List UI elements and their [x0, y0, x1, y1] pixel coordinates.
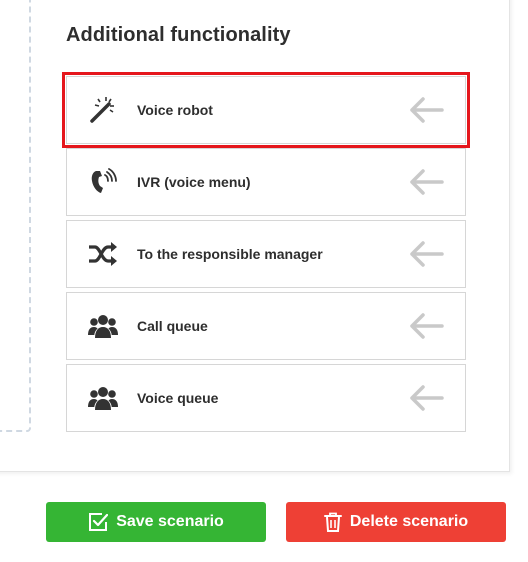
users-icon: [87, 310, 119, 342]
arrow-left-icon[interactable]: [409, 96, 445, 124]
arrow-left-icon[interactable]: [409, 384, 445, 412]
checkbox-edit-icon: [88, 512, 109, 532]
section-title: Additional functionality: [66, 24, 291, 46]
magic-wand-icon: [87, 94, 119, 126]
trash-icon: [323, 512, 342, 532]
func-item-label: Voice queue: [137, 390, 219, 406]
save-scenario-label: Save scenario: [116, 513, 224, 530]
functionality-list: Voice robot IVR (voice menu) To the resp…: [62, 72, 470, 436]
arrow-left-icon[interactable]: [409, 312, 445, 340]
delete-scenario-button[interactable]: Delete scenario: [286, 502, 506, 542]
shuffle-icon: [87, 238, 119, 270]
func-item-label: Call queue: [137, 318, 208, 334]
arrow-left-icon[interactable]: [409, 240, 445, 268]
save-scenario-button[interactable]: Save scenario: [46, 502, 266, 542]
func-item-label: Voice robot: [137, 102, 213, 118]
users-icon: [87, 382, 119, 414]
func-item-voice-robot[interactable]: Voice robot: [62, 72, 470, 148]
phone-volume-icon: [87, 166, 119, 198]
delete-scenario-label: Delete scenario: [349, 513, 469, 530]
func-item-voice-queue[interactable]: Voice queue: [66, 364, 466, 432]
func-item-label: IVR (voice menu): [137, 174, 251, 190]
func-item-responsible-manager[interactable]: To the responsible manager: [66, 220, 466, 288]
func-item-ivr[interactable]: IVR (voice menu): [66, 148, 466, 216]
arrow-left-icon[interactable]: [409, 168, 445, 196]
func-item-call-queue[interactable]: Call queue: [66, 292, 466, 360]
func-item-label: To the responsible manager: [137, 246, 323, 262]
